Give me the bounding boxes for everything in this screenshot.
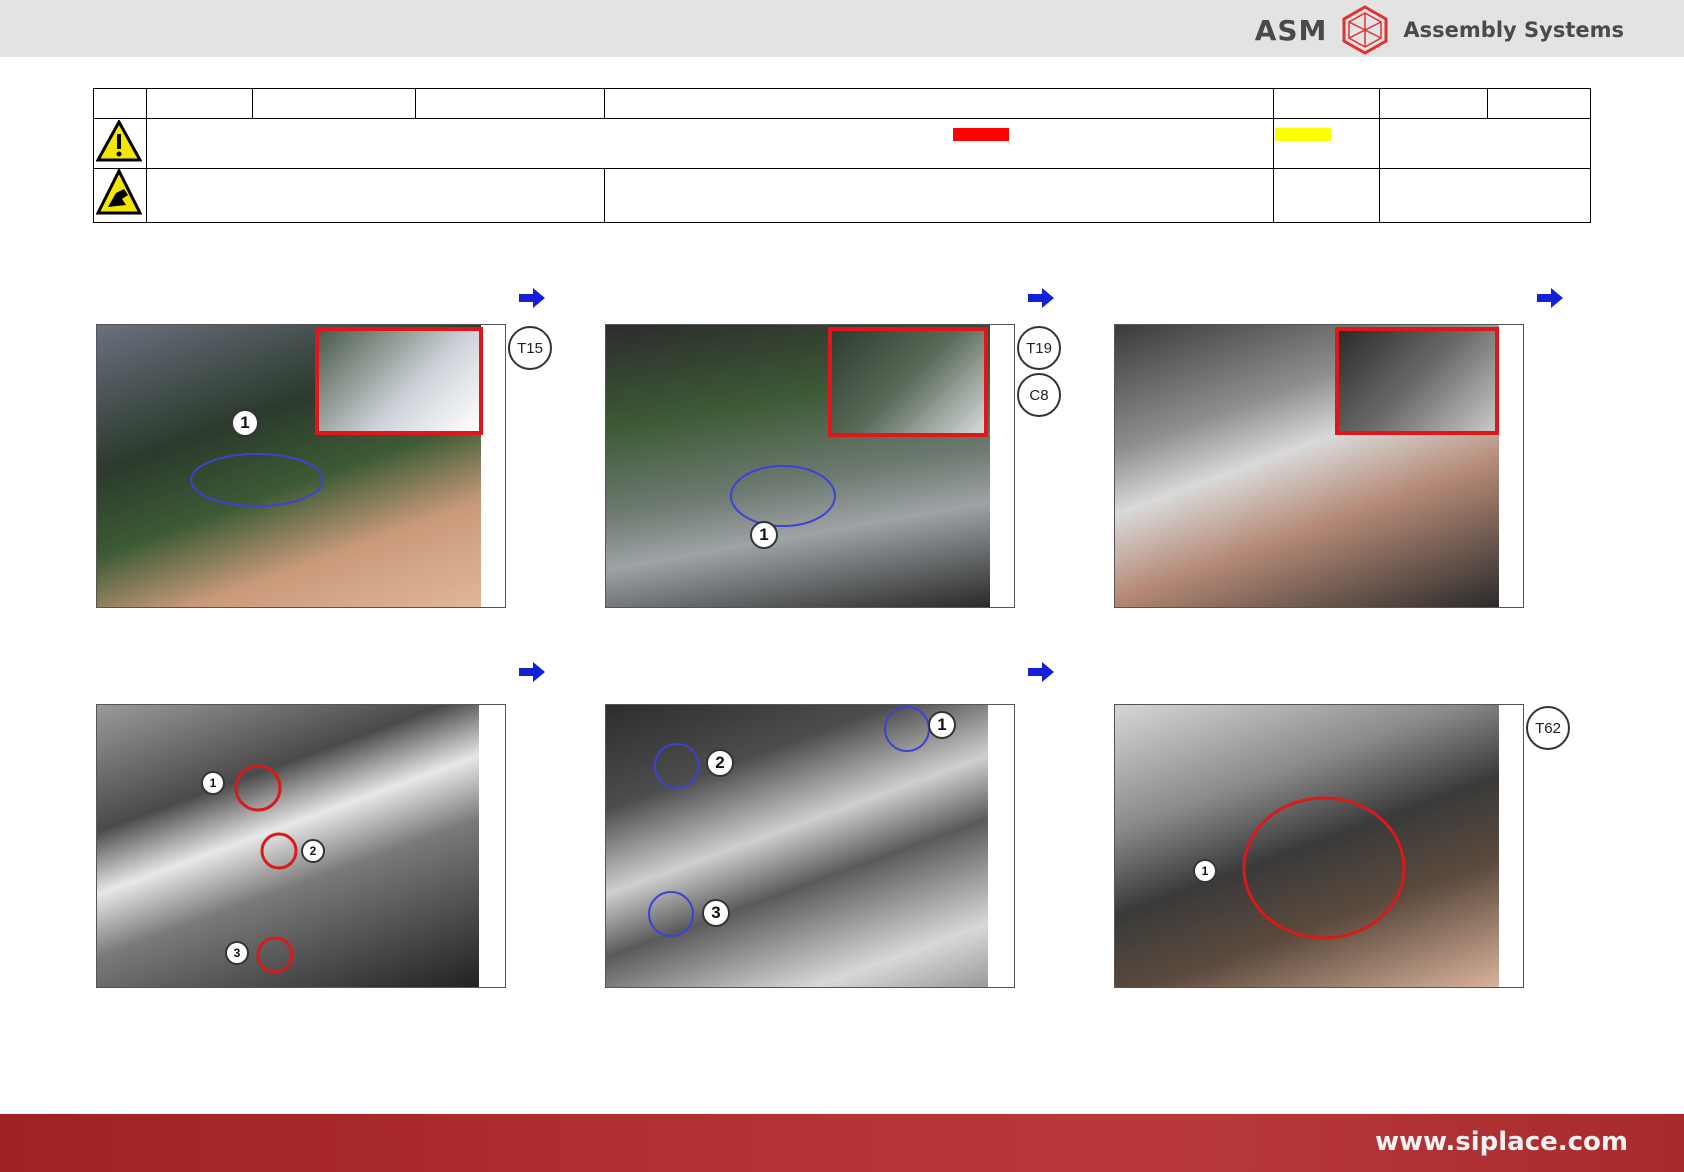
callout-1: 1 — [201, 771, 225, 795]
callout-1: 1 — [231, 409, 259, 437]
step-1-photo: 1 — [96, 324, 506, 608]
callout-1: 1 — [1193, 859, 1217, 883]
step-5-photo: 1 2 3 — [605, 704, 1015, 988]
callout-2: 2 — [301, 839, 325, 863]
tool-badge: T19 — [1017, 326, 1061, 370]
header-cell — [1379, 88, 1488, 119]
blue-arrow-right-icon — [1537, 288, 1563, 308]
website-link[interactable]: www.siplace.com — [1375, 1127, 1628, 1157]
highlight-circle — [1242, 796, 1406, 940]
red-marker-cell — [1273, 118, 1380, 169]
blue-arrow-right-icon — [1028, 288, 1054, 308]
tool-badge: T15 — [508, 326, 552, 370]
header-cell — [415, 88, 605, 119]
tool-badge: T62 — [1526, 706, 1570, 750]
asm-logo: ASM Assembly Systems — [1254, 5, 1624, 55]
callout-3: 3 — [702, 899, 730, 927]
step-6-photo: 1 — [1114, 704, 1524, 988]
header-cell — [93, 88, 147, 119]
callout-1: 1 — [928, 711, 956, 739]
blue-arrow-right-icon — [519, 288, 545, 308]
step-4-photo: 1 2 3 — [96, 704, 506, 988]
header-cell — [1379, 168, 1591, 223]
red-marker — [953, 128, 1009, 141]
step-2-photo: 1 — [605, 324, 1015, 608]
warning-triangle-icon — [96, 120, 142, 162]
header-cell — [252, 88, 416, 119]
logo-text: ASM — [1254, 13, 1328, 47]
header-cell — [1487, 88, 1591, 119]
detail-inset — [828, 327, 988, 437]
header-cell — [604, 88, 1274, 119]
highlight-circle — [654, 743, 700, 789]
highlight-circle — [648, 891, 694, 937]
header-cell — [146, 168, 605, 223]
yellow-marker-cell — [1379, 118, 1591, 169]
header-row-2 — [93, 118, 1591, 169]
callout-2: 2 — [706, 749, 734, 777]
callout-1: 1 — [750, 521, 778, 549]
header-cell — [1273, 88, 1380, 119]
highlight-ellipse — [190, 453, 324, 507]
header-cell — [146, 88, 253, 119]
header-cell — [146, 118, 1274, 169]
highlight-circle — [256, 936, 294, 974]
highlight-ellipse — [730, 465, 836, 527]
callout-3: 3 — [225, 941, 249, 965]
header-row-1 — [93, 88, 1591, 119]
detail-inset — [1335, 327, 1499, 435]
top-bar: ASM Assembly Systems — [0, 0, 1684, 57]
yellow-marker — [1275, 128, 1331, 141]
company-name: Assembly Systems — [1403, 18, 1624, 42]
header-cell — [1273, 168, 1380, 223]
asm-emblem-icon — [1342, 5, 1388, 55]
header-table — [93, 88, 1591, 223]
esd-hand-icon — [96, 169, 142, 215]
blue-arrow-right-icon — [1028, 662, 1054, 682]
header-cell — [604, 168, 1274, 223]
footer-bar: www.siplace.com — [0, 1114, 1684, 1172]
detail-inset — [315, 327, 483, 435]
tool-badge: C8 — [1017, 373, 1061, 417]
blue-arrow-right-icon — [519, 662, 545, 682]
highlight-circle — [260, 832, 298, 870]
highlight-circle — [884, 706, 930, 752]
highlight-circle — [234, 764, 282, 812]
header-row-3 — [93, 168, 1591, 223]
step-3-photo — [1114, 324, 1524, 608]
